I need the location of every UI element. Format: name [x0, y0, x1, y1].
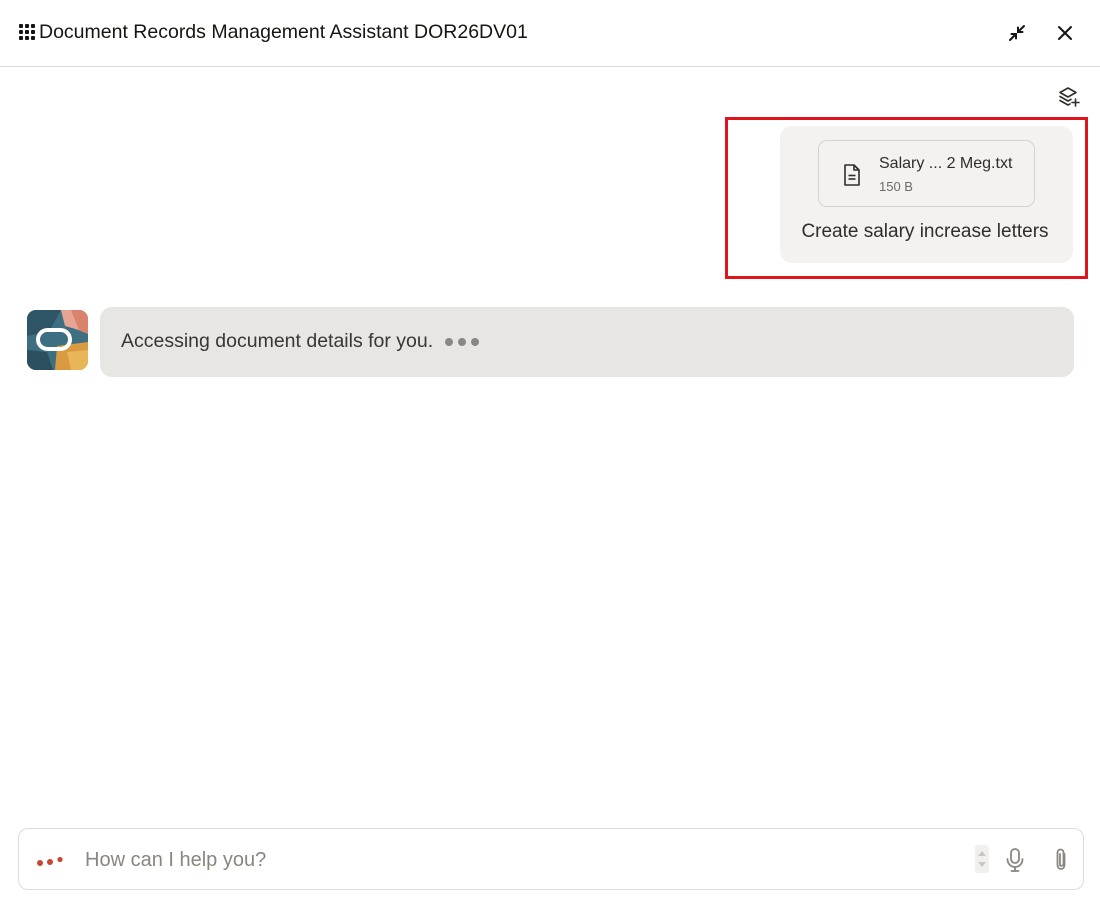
user-message-bubble: Salary ... 2 Meg.txt 150 B Create salary…	[780, 126, 1073, 263]
assistant-dots-icon	[37, 856, 63, 866]
file-size: 150 B	[879, 179, 913, 194]
assistant-window: Document Records Management Assistant DO…	[0, 0, 1100, 907]
header: Document Records Management Assistant DO…	[0, 0, 1100, 67]
typing-indicator	[444, 329, 484, 355]
chevron-up-down-icon	[978, 851, 986, 867]
new-chat-button[interactable]	[1057, 85, 1081, 109]
file-attachment-card[interactable]: Salary ... 2 Meg.txt 150 B	[818, 140, 1035, 207]
file-name: Salary ... 2 Meg.txt	[879, 155, 1013, 172]
minimize-icon	[1009, 25, 1025, 41]
window-title: Document Records Management Assistant DO…	[39, 21, 528, 43]
close-button[interactable]	[1052, 20, 1078, 46]
assistant-message: Accessing document details for you.	[121, 328, 484, 355]
chat-input-bar	[18, 828, 1084, 890]
document-icon	[844, 164, 860, 186]
minimize-button[interactable]	[1004, 20, 1030, 46]
layers-plus-icon	[1059, 87, 1080, 107]
user-message-text: Create salary increase letters	[801, 221, 1049, 242]
close-icon	[1058, 26, 1072, 40]
grip-icon[interactable]	[19, 24, 37, 40]
assistant-message-text: Accessing document details for you.	[121, 330, 434, 352]
voice-input-button[interactable]	[1003, 846, 1027, 874]
input-scroll-arrows[interactable]	[975, 845, 989, 873]
message-input[interactable]	[85, 845, 965, 875]
attach-file-button[interactable]	[1050, 846, 1072, 874]
assistant-avatar	[27, 310, 88, 370]
assistant-message-bubble: Accessing document details for you.	[100, 307, 1074, 377]
microphone-icon	[1006, 848, 1024, 872]
paperclip-icon	[1056, 848, 1066, 870]
